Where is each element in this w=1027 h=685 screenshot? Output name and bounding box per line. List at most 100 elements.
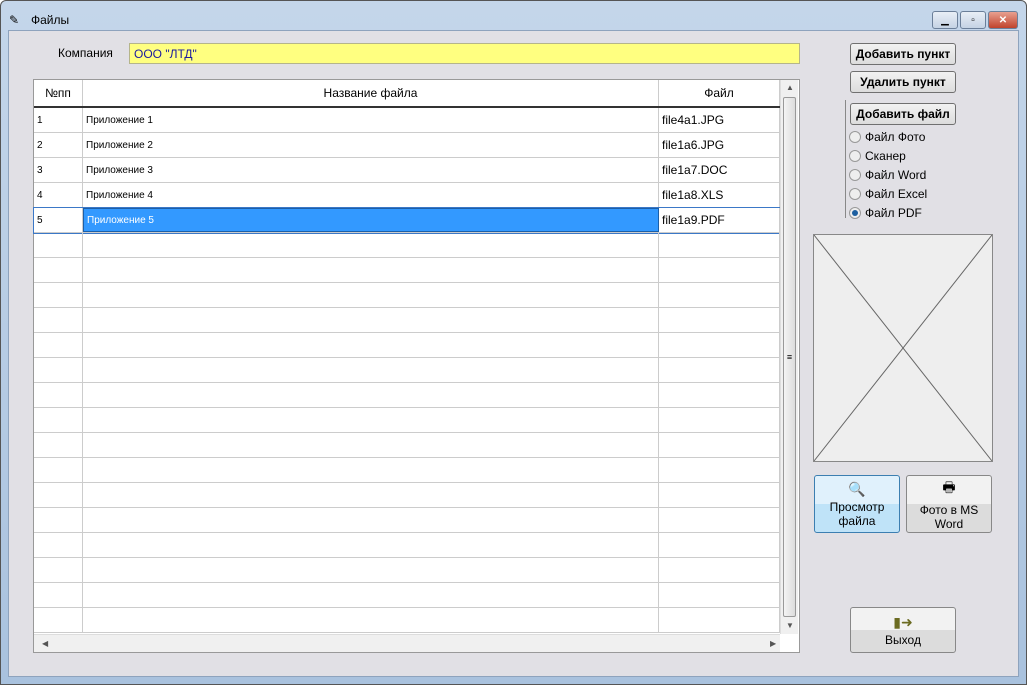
radio-button[interactable] (849, 169, 861, 181)
cell-file[interactable]: file1a9.PDF (659, 208, 780, 232)
table-row[interactable]: 1 Приложение 1 file4a1.JPG (34, 108, 780, 133)
cell-file[interactable] (659, 533, 780, 557)
add-file-button[interactable]: Добавить файл (850, 103, 956, 125)
cell-file[interactable] (659, 483, 780, 507)
header-file[interactable]: Файл (659, 80, 780, 106)
minimize-button[interactable]: ▁ (932, 11, 958, 29)
cell-name[interactable] (83, 258, 659, 282)
cell-name[interactable]: Приложение 5 (83, 208, 659, 232)
table-row[interactable] (34, 583, 780, 608)
radio-button[interactable] (849, 188, 861, 200)
table-row[interactable]: 3 Приложение 3 file1a7.DOC (34, 158, 780, 183)
photo-to-word-button[interactable]: 🖶 Фото в MS Word (906, 475, 992, 533)
close-button[interactable]: ✕ (988, 11, 1018, 29)
cell-name[interactable]: Приложение 4 (83, 183, 659, 207)
cell-file[interactable]: file1a7.DOC (659, 158, 780, 182)
cell-number[interactable] (34, 458, 83, 482)
radio-button[interactable] (849, 131, 861, 143)
cell-file[interactable] (659, 333, 780, 357)
cell-number[interactable] (34, 583, 83, 607)
radio-file-type[interactable]: Файл PDF (849, 206, 922, 220)
table-row[interactable] (34, 258, 780, 283)
table-row[interactable] (34, 358, 780, 383)
cell-number[interactable]: 5 (34, 208, 83, 232)
cell-file[interactable]: file4a1.JPG (659, 108, 780, 132)
cell-name[interactable] (83, 408, 659, 432)
horizontal-scrollbar[interactable]: ◀ ▶ (34, 634, 780, 652)
table-row[interactable] (34, 558, 780, 583)
radio-file-type[interactable]: Сканер (849, 149, 906, 163)
table-row[interactable] (34, 533, 780, 558)
scroll-left-icon[interactable]: ◀ (42, 639, 48, 648)
cell-number[interactable] (34, 483, 83, 507)
cell-name[interactable] (83, 283, 659, 307)
table-row[interactable] (34, 233, 780, 258)
vertical-scrollbar[interactable]: ▲ ≡ ▼ (780, 80, 798, 634)
cell-file[interactable] (659, 358, 780, 382)
table-row[interactable] (34, 483, 780, 508)
table-row[interactable] (34, 458, 780, 483)
radio-button[interactable] (849, 150, 861, 162)
cell-number[interactable] (34, 433, 83, 457)
cell-file[interactable] (659, 433, 780, 457)
cell-file[interactable] (659, 233, 780, 257)
cell-number[interactable] (34, 258, 83, 282)
cell-file[interactable] (659, 458, 780, 482)
table-row[interactable] (34, 308, 780, 333)
cell-name[interactable] (83, 608, 659, 632)
table-row[interactable]: 2 Приложение 2 file1a6.JPG (34, 133, 780, 158)
cell-file[interactable] (659, 383, 780, 407)
delete-item-button[interactable]: Удалить пункт (850, 71, 956, 93)
cell-number[interactable] (34, 233, 83, 257)
table-row[interactable] (34, 333, 780, 358)
table-row[interactable] (34, 383, 780, 408)
cell-file[interactable]: file1a6.JPG (659, 133, 780, 157)
header-number[interactable]: №пп (34, 80, 83, 106)
radio-file-type[interactable]: Файл Фото (849, 130, 925, 144)
cell-name[interactable] (83, 233, 659, 257)
add-item-button[interactable]: Добавить пункт (850, 43, 956, 65)
exit-button[interactable]: ▮➜ Выход (850, 607, 956, 653)
cell-name[interactable] (83, 533, 659, 557)
cell-name[interactable] (83, 308, 659, 332)
cell-name[interactable] (83, 358, 659, 382)
cell-name[interactable] (83, 383, 659, 407)
radio-file-type[interactable]: Файл Word (849, 168, 926, 182)
cell-number[interactable] (34, 558, 83, 582)
cell-name[interactable] (83, 458, 659, 482)
table-row[interactable] (34, 408, 780, 433)
company-field[interactable]: ООО "ЛТД" (129, 43, 800, 64)
radio-button[interactable] (849, 207, 861, 219)
maximize-button[interactable]: ▫ (960, 11, 986, 29)
cell-file[interactable] (659, 408, 780, 432)
cell-file[interactable] (659, 608, 780, 632)
cell-file[interactable]: file1a8.XLS (659, 183, 780, 207)
table-row[interactable] (34, 433, 780, 458)
cell-name[interactable] (83, 583, 659, 607)
cell-file[interactable] (659, 283, 780, 307)
cell-name[interactable] (83, 433, 659, 457)
view-file-button[interactable]: 🔍 Просмотр файла (814, 475, 900, 533)
cell-number[interactable] (34, 308, 83, 332)
radio-file-type[interactable]: Файл Excel (849, 187, 927, 201)
cell-name[interactable] (83, 333, 659, 357)
table-row[interactable] (34, 283, 780, 308)
cell-name[interactable]: Приложение 3 (83, 158, 659, 182)
cell-number[interactable] (34, 333, 83, 357)
scroll-down-icon[interactable]: ▼ (786, 621, 794, 630)
table-row[interactable] (34, 508, 780, 533)
cell-number[interactable] (34, 383, 83, 407)
cell-name[interactable] (83, 558, 659, 582)
cell-file[interactable] (659, 308, 780, 332)
cell-number[interactable] (34, 358, 83, 382)
cell-number[interactable] (34, 508, 83, 532)
table-row[interactable] (34, 608, 780, 633)
cell-file[interactable] (659, 258, 780, 282)
table-row[interactable]: 4 Приложение 4 file1a8.XLS (34, 183, 780, 208)
cell-number[interactable] (34, 608, 83, 632)
cell-name[interactable] (83, 483, 659, 507)
scroll-thumb[interactable]: ≡ (783, 97, 796, 617)
cell-number[interactable]: 2 (34, 133, 83, 157)
cell-file[interactable] (659, 583, 780, 607)
header-name[interactable]: Название файла (83, 80, 659, 106)
